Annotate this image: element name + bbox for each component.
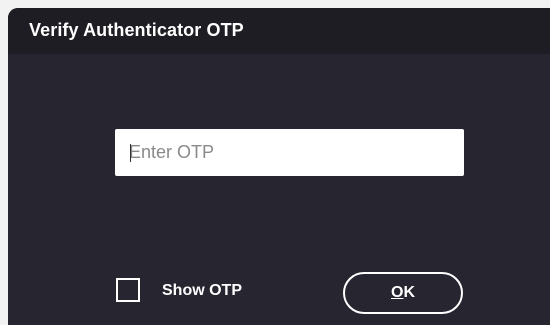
text-cursor [130, 144, 131, 162]
ok-button-label-rest: K [403, 284, 415, 301]
dialog-title: Verify Authenticator OTP [29, 20, 244, 40]
otp-input[interactable] [115, 129, 464, 176]
ok-button-mnemonic: O [390, 284, 404, 301]
verify-otp-dialog: Verify Authenticator OTP Show OTP OK [8, 8, 550, 325]
show-otp-checkbox[interactable] [116, 278, 140, 302]
ok-button[interactable]: OK [343, 272, 463, 314]
dialog-titlebar: Verify Authenticator OTP [8, 8, 550, 54]
show-otp-label[interactable]: Show OTP [162, 282, 242, 300]
